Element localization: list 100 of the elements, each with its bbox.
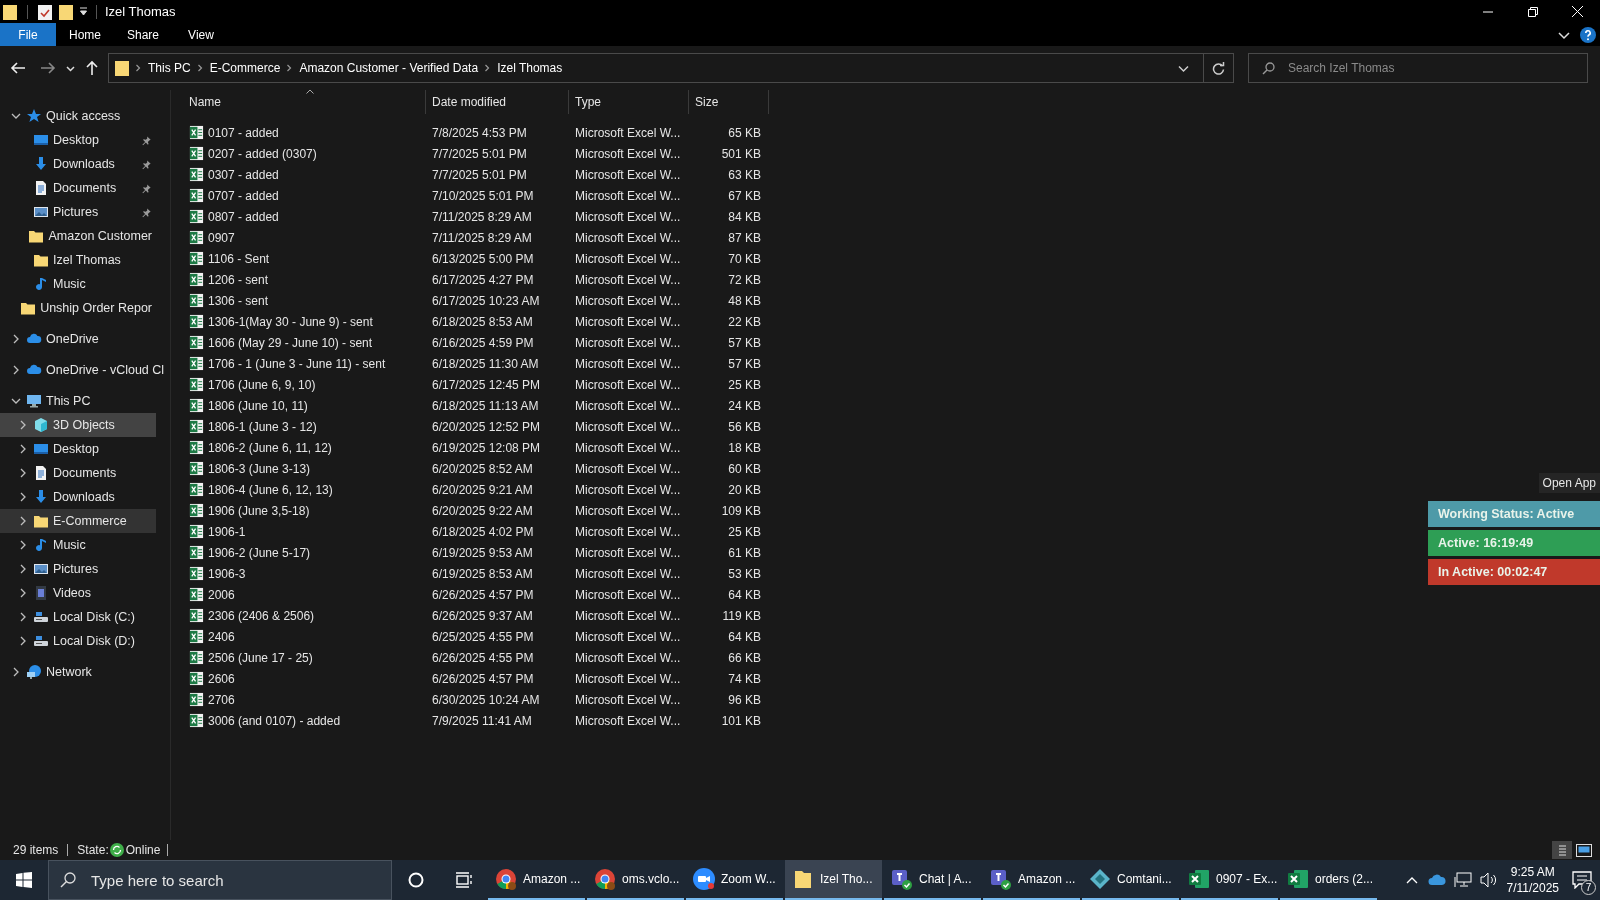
nav-item[interactable]: Unship Order Repor	[0, 296, 156, 320]
taskbar-app[interactable]: Chat | A...	[884, 860, 981, 900]
nav-item[interactable]: Pictures	[0, 557, 156, 581]
file-name[interactable]: 1706 (June 6, 9, 10)	[208, 375, 316, 394]
nav-item[interactable]: Documents	[0, 461, 156, 485]
breadcrumb-item[interactable]: E-Commerce	[209, 59, 281, 77]
chevron-icon[interactable]	[18, 444, 28, 454]
help-icon[interactable]	[1580, 26, 1596, 43]
ribbon-tab[interactable]: Share	[114, 23, 172, 46]
caret-icon[interactable]	[66, 63, 75, 73]
file-name[interactable]: 2006	[208, 585, 235, 604]
forward-arrow-icon[interactable]	[40, 60, 56, 76]
clock[interactable]: 9:25 AM 7/11/2025	[1506, 864, 1559, 896]
chevron-icon[interactable]	[18, 540, 28, 550]
nav-item[interactable]: Music	[0, 272, 156, 296]
ribbon-tab[interactable]: File	[0, 23, 56, 46]
dropdown-icon[interactable]	[79, 7, 88, 16]
file-name[interactable]: 0107 - added	[208, 123, 279, 142]
file-name[interactable]: 1306-1(May 30 - June 9) - sent	[208, 312, 373, 331]
file-name[interactable]: 1906-1	[208, 522, 246, 541]
file-name[interactable]: 0707 - added	[208, 186, 279, 205]
file-name[interactable]: 1206 - sent	[208, 270, 269, 289]
column-header[interactable]: Type	[575, 93, 601, 111]
file-name[interactable]: 1906-2 (June 5-17)	[208, 543, 311, 562]
file-name[interactable]: 1806-1 (June 3 - 12)	[208, 417, 317, 436]
chevron-icon[interactable]	[18, 516, 28, 526]
taskbar-app[interactable]: orders (2...	[1280, 860, 1377, 900]
file-name[interactable]: 0307 - added	[208, 165, 279, 184]
network-icon[interactable]	[1453, 872, 1472, 888]
nav-item[interactable]: Izel Thomas	[0, 248, 156, 272]
breadcrumb-item[interactable]: Amazon Customer - Verified Data	[299, 59, 479, 77]
file-name[interactable]: 1806-2 (June 6, 11, 12)	[208, 438, 332, 457]
file-name[interactable]: 1906-3	[208, 564, 246, 583]
nav-item[interactable]: OneDrive - vCloud Cl	[0, 358, 170, 382]
open-app-button[interactable]: Open App	[1538, 473, 1600, 493]
chevron-icon[interactable]	[18, 420, 28, 430]
breadcrumb-item[interactable]: This PC	[148, 59, 191, 77]
nav-item[interactable]: Network	[0, 660, 170, 684]
nav-item[interactable]: E-Commerce	[0, 509, 156, 533]
chevron-icon[interactable]	[18, 492, 28, 502]
chevron-icon[interactable]	[18, 636, 28, 646]
file-name[interactable]: 3006 (and 0107) - added	[208, 711, 341, 730]
chevron-icon[interactable]	[18, 612, 28, 622]
search-field[interactable]: Search Izel Thomas	[1248, 53, 1588, 83]
taskbar-app[interactable]: Comtani...	[1082, 860, 1179, 900]
nav-item[interactable]: Local Disk (C:)	[0, 605, 156, 629]
file-name[interactable]: 2306 (2406 & 2506)	[208, 606, 315, 625]
large-icons-view-icon[interactable]	[1576, 843, 1592, 857]
up-arrow-icon[interactable]	[84, 60, 100, 76]
file-name[interactable]: 1606 (May 29 - June 10) - sent	[208, 333, 373, 352]
file-name[interactable]: 1806-3 (June 3-13)	[208, 459, 311, 478]
nav-item[interactable]: Music	[0, 533, 156, 557]
file-name[interactable]: 0207 - added (0307)	[208, 144, 317, 163]
notification-button[interactable]: 7	[1564, 860, 1600, 900]
file-name[interactable]: 1706 - 1 (June 3 - June 11) - sent	[208, 354, 386, 373]
file-name[interactable]: 1306 - sent	[208, 291, 269, 310]
nav-item[interactable]: Downloads	[0, 152, 156, 176]
taskbar-app[interactable]: Zoom W...	[686, 860, 783, 900]
ribbon-tab[interactable]: Home	[56, 23, 114, 46]
chevron-icon[interactable]	[18, 588, 28, 598]
taskbar-app[interactable]: Amazon ...	[488, 860, 585, 900]
taskbar-app[interactable]: Amazon ...	[983, 860, 1080, 900]
breadcrumb-item[interactable]: Izel Thomas	[497, 59, 563, 77]
nav-item[interactable]: Videos	[0, 581, 156, 605]
nav-item[interactable]: Pictures	[0, 200, 156, 224]
nav-item[interactable]: Local Disk (D:)	[0, 629, 156, 653]
chevron-icon[interactable]	[11, 396, 21, 406]
chevron-icon[interactable]	[18, 468, 28, 478]
file-name[interactable]: 2706	[208, 690, 235, 709]
file-name[interactable]: 0907	[208, 228, 235, 247]
nav-item[interactable]: 3D Objects	[0, 413, 156, 437]
back-arrow-icon[interactable]	[10, 60, 26, 76]
ribbon-tab[interactable]: View	[172, 23, 230, 46]
address-bar[interactable]: This PC E-Commerce Amazon Customer - Verified Data Izel Thomas	[108, 53, 1234, 83]
chevron-icon[interactable]	[196, 64, 204, 72]
chevron-icon[interactable]	[135, 64, 142, 72]
column-header[interactable]: Size	[695, 93, 719, 111]
file-name[interactable]: 2406	[208, 627, 235, 646]
taskbar-app[interactable]: Izel Tho...	[785, 860, 882, 900]
column-header[interactable]: Name	[189, 93, 221, 111]
file-name[interactable]: 2506 (June 17 - 25)	[208, 648, 313, 667]
nav-item[interactable]: OneDrive	[0, 327, 170, 351]
nav-item[interactable]: Amazon Customer	[0, 224, 156, 248]
taskbar-app[interactable]: 0907 - Ex...	[1181, 860, 1278, 900]
checklist-icon[interactable]	[38, 3, 52, 20]
file-name[interactable]: 1806-4 (June 6, 12, 13)	[208, 480, 333, 499]
nav-item[interactable]: Desktop	[0, 437, 156, 461]
nav-item[interactable]: Desktop	[0, 128, 156, 152]
chevron-icon[interactable]	[484, 64, 492, 72]
file-name[interactable]: 1906 (June 3,5-18)	[208, 501, 310, 520]
nav-item[interactable]: Documents	[0, 176, 156, 200]
chevron-icon[interactable]	[18, 564, 28, 574]
file-name[interactable]: 1806 (June 10, 11)	[208, 396, 308, 415]
chevron-icon[interactable]	[11, 365, 21, 375]
taskbar-app[interactable]: oms.vclo...	[587, 860, 684, 900]
nav-item[interactable]: Quick access	[0, 104, 170, 128]
volume-icon[interactable]	[1479, 872, 1498, 888]
refresh-icon[interactable]	[1212, 61, 1225, 75]
folder-icon[interactable]	[59, 3, 73, 20]
taskbar-search-field[interactable]: Type here to search	[48, 860, 392, 900]
